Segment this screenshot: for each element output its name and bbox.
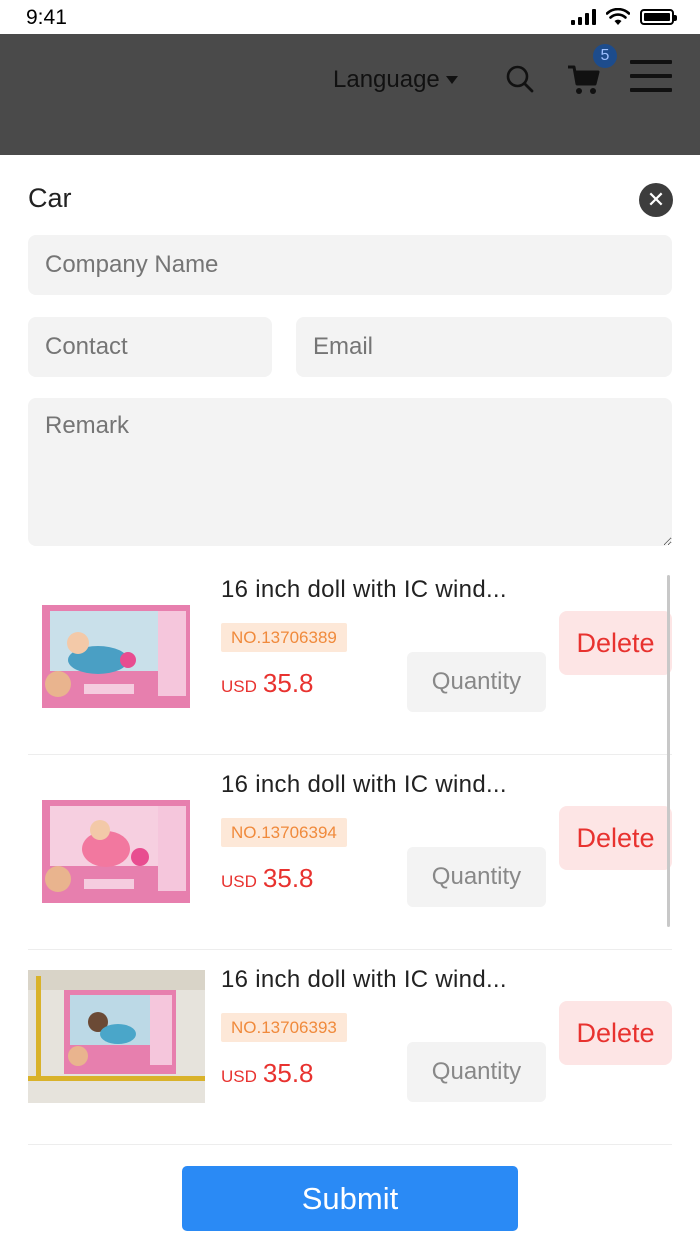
price-currency: USD: [221, 1067, 257, 1086]
item-name: 16 inch doll with IC wind...: [221, 771, 507, 798]
delete-button[interactable]: Delete: [559, 1001, 672, 1065]
search-icon[interactable]: [505, 64, 535, 94]
submit-button[interactable]: Submit: [182, 1166, 518, 1231]
company-name-input[interactable]: [28, 235, 672, 295]
delete-button[interactable]: Delete: [559, 611, 672, 675]
quantity-input[interactable]: Quantity: [407, 847, 546, 907]
cart-icon[interactable]: [566, 62, 602, 98]
item-price: USD 35.8: [221, 1058, 314, 1089]
cart-item: 16 inch doll with IC wind... NO.13706393…: [28, 950, 672, 1145]
signal-icon: [571, 9, 596, 25]
cart-item: 16 inch doll with IC wind... NO.13706394…: [28, 755, 672, 950]
price-value: 35.8: [262, 1058, 314, 1088]
cart-item: 16 inch doll with IC wind... NO.13706389…: [28, 560, 672, 755]
item-price: USD 35.8: [221, 668, 314, 699]
delete-button[interactable]: Delete: [559, 806, 672, 870]
product-thumbnail: [28, 580, 205, 713]
product-thumbnail: [28, 775, 205, 908]
email-input[interactable]: [296, 317, 672, 377]
contact-input[interactable]: [28, 317, 272, 377]
item-name: 16 inch doll with IC wind...: [221, 576, 507, 603]
price-value: 35.8: [262, 863, 314, 893]
caret-down-icon: [445, 76, 458, 84]
cart-count-badge: 5: [593, 44, 617, 68]
language-dropdown[interactable]: Language: [333, 66, 458, 94]
price-currency: USD: [221, 677, 257, 696]
language-label: Language: [333, 66, 440, 93]
item-number: NO.13706393: [221, 1013, 347, 1042]
item-number: NO.13706389: [221, 623, 347, 652]
battery-icon: [640, 9, 677, 25]
status-time: 9:41: [26, 6, 67, 29]
status-icons: [571, 8, 677, 26]
status-bar: 9:41: [0, 0, 700, 34]
panel-title: Car: [28, 183, 72, 213]
quantity-input[interactable]: Quantity: [407, 1042, 546, 1102]
item-price: USD 35.8: [221, 863, 314, 894]
menu-icon[interactable]: [630, 60, 672, 96]
quantity-input[interactable]: Quantity: [407, 652, 546, 712]
price-currency: USD: [221, 872, 257, 891]
item-number: NO.13706394: [221, 818, 347, 847]
product-thumbnail: [28, 970, 205, 1103]
price-value: 35.8: [262, 668, 314, 698]
list-scrollbar[interactable]: [667, 575, 670, 927]
wifi-icon: [606, 8, 630, 25]
close-icon[interactable]: ✕: [639, 183, 673, 217]
cart-item-list[interactable]: 16 inch doll with IC wind... NO.13706389…: [28, 560, 672, 1145]
item-name: 16 inch doll with IC wind...: [221, 966, 507, 993]
remark-textarea[interactable]: [28, 398, 672, 546]
nav-header: Language 5: [0, 34, 700, 155]
